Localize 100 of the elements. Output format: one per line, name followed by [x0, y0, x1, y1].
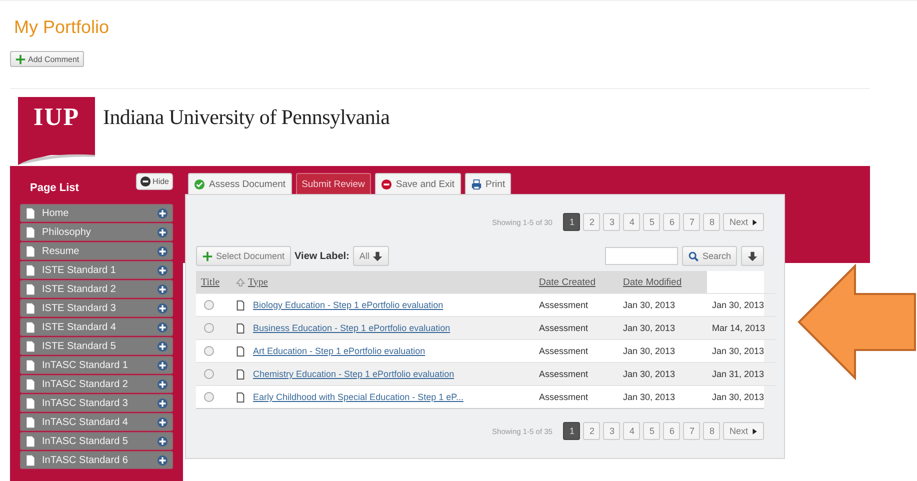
sidebar-item[interactable]: ISTE Standard 4 — [20, 318, 173, 336]
table-cell: Jan 30, 2013 — [712, 346, 764, 356]
add-comment-button[interactable]: Add Comment — [10, 51, 84, 67]
document-icon — [235, 392, 246, 402]
plus-icon — [15, 54, 26, 64]
sidebar-item[interactable]: Philosophy — [20, 223, 173, 241]
sidebar-item[interactable]: InTASC Standard 2 — [20, 375, 173, 393]
add-icon — [157, 360, 168, 370]
radio-button[interactable] — [204, 300, 214, 310]
radio-button[interactable] — [204, 392, 214, 402]
table-cell: Jan 30, 2013 — [623, 300, 676, 310]
add-icon — [157, 246, 168, 256]
view-label: View Label: — [294, 250, 350, 262]
plus-icon — [202, 250, 213, 262]
view-label-dropdown[interactable]: All — [353, 246, 390, 266]
column-header[interactable]: Date Created — [534, 271, 618, 293]
page-button[interactable]: 4 — [623, 213, 640, 231]
radio-button[interactable] — [204, 369, 214, 379]
page-button[interactable]: 4 — [623, 422, 640, 440]
page-icon — [25, 378, 36, 390]
sidebar-item[interactable]: InTASC Standard 4 — [20, 413, 173, 431]
table-cell: Jan 31, 2013 — [712, 369, 764, 379]
search-field[interactable] — [605, 247, 678, 265]
page-button[interactable]: 2 — [583, 213, 600, 231]
page-button[interactable]: 8 — [703, 422, 720, 440]
hide-button[interactable]: Hide — [136, 173, 173, 190]
radio-button[interactable] — [204, 323, 214, 333]
action-button[interactable]: Print — [464, 173, 512, 194]
page-button[interactable]: 1 — [563, 422, 580, 440]
document-link[interactable]: Biology Education - Step 1 ePortfolio evaluation — [253, 300, 444, 310]
table-cell: Assessment — [539, 323, 588, 333]
page-icon — [25, 302, 36, 314]
page-icon — [25, 398, 36, 408]
sidebar-item[interactable]: InTASC Standard 6 — [20, 451, 173, 469]
column-header[interactable]: Date Modified — [618, 271, 707, 293]
page-button[interactable]: 3 — [603, 422, 620, 440]
radio-button[interactable] — [204, 346, 214, 356]
down-arrow-icon — [747, 250, 758, 262]
check-icon — [194, 178, 205, 190]
sidebar-item[interactable]: InTASC Standard 5 — [20, 432, 173, 450]
search-options-button[interactable] — [741, 246, 764, 266]
action-button[interactable]: Assess Document — [188, 173, 292, 194]
document-icon — [235, 322, 246, 334]
page-button[interactable]: 6 — [663, 422, 680, 440]
page-button[interactable]: 6 — [663, 213, 680, 231]
sidebar-item[interactable]: Home — [20, 204, 173, 222]
page-button[interactable]: 3 — [603, 213, 620, 231]
table-cell: Assessment — [539, 369, 588, 379]
add-icon — [157, 226, 168, 238]
page-button[interactable]: 5 — [643, 213, 660, 231]
action-button[interactable]: Submit Review — [296, 173, 371, 194]
page-icon — [25, 284, 36, 294]
page-button[interactable]: 7 — [683, 422, 700, 440]
page-button[interactable]: 5 — [643, 422, 660, 440]
institution-name: Indiana University of Pennsylvania — [103, 105, 390, 130]
sidebar-item[interactable]: InTASC Standard 3 — [20, 394, 173, 412]
sidebar-item[interactable]: ISTE Standard 1 — [20, 261, 173, 279]
document-link[interactable]: Art Education - Step 1 ePortfolio evaluation — [253, 346, 426, 356]
search-button[interactable]: Search — [682, 246, 737, 266]
page-button[interactable]: 7 — [683, 213, 700, 231]
add-icon — [157, 398, 168, 408]
add-icon — [157, 322, 168, 332]
sidebar-item[interactable]: ISTE Standard 3 — [20, 299, 173, 317]
page-icon — [25, 246, 36, 256]
sidebar-item[interactable]: Resume — [20, 242, 173, 260]
sidebar-item[interactable]: InTASC Standard 1 — [20, 356, 173, 374]
add-icon — [157, 416, 168, 428]
stop-icon — [380, 178, 392, 190]
sidebar-item[interactable]: ISTE Standard 2 — [20, 280, 173, 298]
page-icon — [25, 454, 36, 466]
page-button[interactable]: 2 — [583, 422, 600, 440]
table-cell: Mar 14, 2013 — [712, 323, 766, 333]
document-icon — [235, 368, 246, 380]
page-icon — [25, 264, 36, 276]
next-button[interactable]: Next — [723, 422, 764, 440]
next-button[interactable]: Next — [723, 213, 764, 231]
search-icon — [688, 250, 700, 262]
logo-text: IUP — [33, 103, 80, 133]
page-icon — [25, 340, 36, 352]
action-button[interactable]: Save and Exit — [374, 173, 461, 194]
page-icon — [25, 416, 36, 428]
column-header[interactable]: Title — [196, 271, 230, 293]
page-icon — [25, 208, 36, 218]
sort-icon — [236, 278, 245, 286]
page-icon — [25, 436, 36, 446]
table-cell: Assessment — [539, 346, 588, 356]
page-icon — [25, 322, 36, 332]
page-button[interactable]: 1 — [563, 213, 580, 231]
table-cell: Assessment — [539, 300, 588, 310]
add-icon — [157, 208, 168, 218]
add-icon — [157, 378, 168, 390]
add-icon — [157, 302, 168, 314]
document-link[interactable]: Early Childhood with Special Education - Step 1 eP... — [253, 392, 464, 402]
table-cell: Jan 30, 2013 — [712, 300, 764, 310]
sidebar-item[interactable]: ISTE Standard 5 — [20, 337, 173, 355]
page-button[interactable]: 8 — [703, 213, 720, 231]
select-document-button[interactable]: Select Document — [196, 246, 291, 266]
add-icon — [157, 436, 168, 446]
column-header[interactable]: Type — [230, 271, 534, 293]
table-cell: Assessment — [539, 392, 588, 402]
